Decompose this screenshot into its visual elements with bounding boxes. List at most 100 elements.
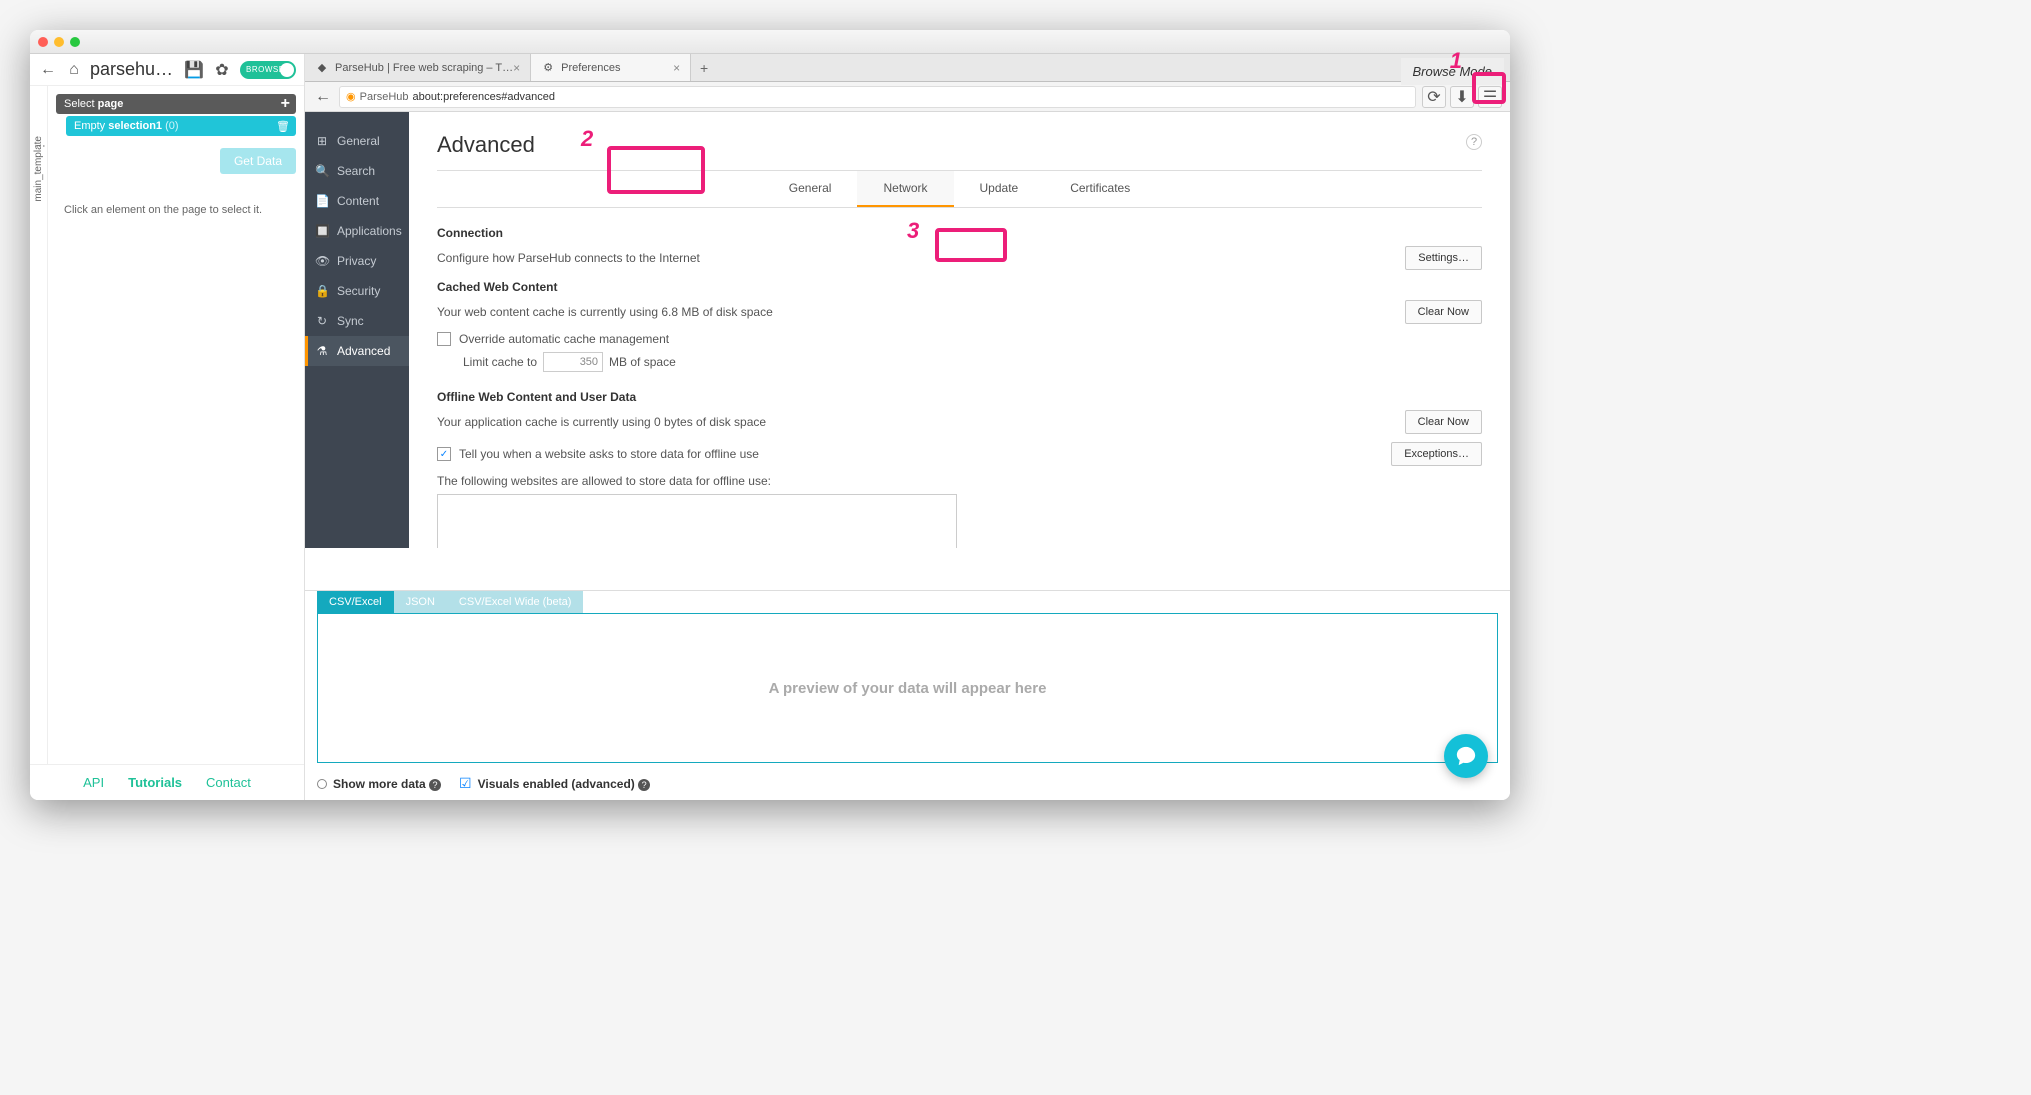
selection-hint: Click an element on the page to select i…: [56, 196, 296, 224]
url-input[interactable]: ◉ ParseHub about:preferences#advanced: [339, 86, 1416, 108]
prefs-nav-security[interactable]: 🔒Security: [305, 276, 409, 306]
preview-body: A preview of your data will appear here: [317, 613, 1498, 763]
prefs-nav-privacy[interactable]: 👁 Privacy: [305, 246, 409, 276]
help-icon[interactable]: ?: [1466, 134, 1482, 150]
advanced-icon: ⚗: [315, 344, 329, 358]
connection-desc: Configure how ParseHub connects to the I…: [437, 251, 700, 265]
help-icon[interactable]: ?: [638, 779, 650, 791]
prefs-nav-applications[interactable]: 🔲 Applications: [305, 216, 409, 246]
prefs-nav-search[interactable]: 🔍Search: [305, 156, 409, 186]
empty-count: (0): [165, 120, 178, 132]
privacy-icon: 👁: [315, 254, 329, 268]
select-label: Select: [64, 98, 95, 110]
empty-label: Empty: [74, 120, 105, 132]
new-tab-button[interactable]: +: [691, 54, 717, 81]
subtab-general[interactable]: General: [763, 171, 858, 207]
left-toolbar: ← ⌂ parsehu… 💾 ✿ BROWSE: [30, 54, 304, 86]
browse-toggle[interactable]: BROWSE: [240, 61, 296, 79]
home-icon[interactable]: ⌂: [64, 60, 84, 80]
general-icon: ⊞: [315, 134, 329, 148]
preview-tabs: CSV/Excel JSON CSV/Excel Wide (beta): [317, 591, 1510, 613]
url-bar: ← ◉ ParseHub about:preferences#advanced …: [305, 82, 1510, 112]
connection-heading: Connection: [437, 226, 1482, 240]
template-tab-label: main_template: [33, 136, 44, 202]
hamburger-menu-icon[interactable]: ☰: [1478, 86, 1502, 108]
prefs-nav-general[interactable]: ⊞ General: [305, 126, 409, 156]
browser-tab[interactable]: ⚙ Preferences ×: [531, 54, 691, 81]
override-cache-checkbox[interactable]: [437, 332, 451, 346]
get-data-button[interactable]: Get Data: [220, 148, 296, 174]
preferences-page: ⊞General 🔍Search 📄Content 🔲Applications …: [305, 112, 1510, 548]
reload-icon[interactable]: ⟳: [1422, 86, 1446, 108]
preview-tab-wide[interactable]: CSV/Excel Wide (beta): [447, 591, 583, 613]
browser-tab[interactable]: ◆ ParseHub | Free web scraping – T… ×: [305, 54, 531, 81]
chat-widget-icon[interactable]: [1444, 734, 1488, 778]
advanced-subtabs: General Network Update Certificates: [437, 170, 1482, 208]
content-icon: 📄: [315, 194, 329, 208]
back-icon[interactable]: ←: [38, 60, 58, 80]
nav-label: Applications: [337, 224, 402, 238]
offline-clear-button[interactable]: Clear Now: [1405, 410, 1482, 434]
footer-api-link[interactable]: API: [83, 775, 104, 790]
footer-tutorials-link[interactable]: Tutorials: [128, 775, 182, 790]
sync-icon: ↻: [315, 314, 329, 328]
window-close-icon[interactable]: [38, 37, 48, 47]
settings-icon[interactable]: ✿: [212, 60, 232, 80]
offline-heading: Offline Web Content and User Data: [437, 390, 1482, 404]
save-icon[interactable]: 💾: [184, 60, 204, 80]
empty-selection-row[interactable]: Empty selection1 (0) 🗑: [66, 116, 296, 136]
downloads-icon[interactable]: ⬇: [1450, 86, 1474, 108]
nav-label: General: [337, 134, 380, 148]
window-minimize-icon[interactable]: [54, 37, 64, 47]
tab-close-icon[interactable]: ×: [673, 61, 680, 75]
select-command-row[interactable]: Select page +: [56, 94, 296, 114]
offline-tell-label: Tell you when a website asks to store da…: [459, 447, 759, 461]
subtab-update[interactable]: Update: [954, 171, 1045, 207]
offline-sites-listbox[interactable]: [437, 494, 957, 548]
show-more-radio[interactable]: [317, 779, 327, 789]
prefs-nav-advanced[interactable]: ⚗ Advanced: [305, 336, 409, 366]
annotation-3-label: 3: [907, 218, 919, 244]
offline-exceptions-button[interactable]: Exceptions…: [1391, 442, 1482, 466]
subtab-network[interactable]: Network: [857, 171, 953, 207]
limit-cache-unit: MB of space: [609, 355, 676, 369]
annotation-2-label: 2: [581, 126, 593, 152]
add-command-icon[interactable]: +: [281, 95, 290, 113]
subtab-certificates[interactable]: Certificates: [1044, 171, 1156, 207]
visuals-checkbox[interactable]: ☑: [459, 775, 472, 792]
cached-heading: Cached Web Content: [437, 280, 1482, 294]
connection-settings-button[interactable]: Settings…: [1405, 246, 1482, 270]
url-path: about:preferences#advanced: [413, 91, 556, 103]
empty-target: selection1: [108, 120, 162, 132]
tab-label: ParseHub | Free web scraping – T…: [335, 62, 513, 74]
offline-desc: Your application cache is currently usin…: [437, 415, 766, 429]
nav-label: Sync: [337, 314, 364, 328]
preferences-content: Advanced ? General Network Update Certif…: [409, 112, 1510, 548]
footer-contact-link[interactable]: Contact: [206, 775, 251, 790]
delete-icon[interactable]: 🗑: [276, 120, 290, 133]
nav-label: Advanced: [337, 344, 390, 358]
browser-tabs: ◆ ParseHub | Free web scraping – T… × ⚙ …: [305, 54, 1510, 82]
help-icon[interactable]: ?: [429, 779, 441, 791]
offline-tell-checkbox[interactable]: ✓: [437, 447, 451, 461]
security-icon: 🔒: [315, 284, 329, 298]
preview-footer: Show more data ? ☑ Visuals enabled (adva…: [305, 771, 1510, 800]
preview-tab-csv[interactable]: CSV/Excel: [317, 591, 394, 613]
left-footer: API Tutorials Contact: [30, 764, 304, 800]
nav-label: Privacy: [337, 254, 376, 268]
template-tab[interactable]: ⋮ main_template: [30, 86, 48, 764]
preview-tab-json[interactable]: JSON: [394, 591, 447, 613]
browser-content: ⊞General 🔍Search 📄Content 🔲Applications …: [305, 112, 1510, 590]
prefs-nav-sync[interactable]: ↻ Sync: [305, 306, 409, 336]
page-heading: Advanced: [437, 132, 1482, 158]
cached-clear-button[interactable]: Clear Now: [1405, 300, 1482, 324]
applications-icon: 🔲: [315, 224, 329, 238]
url-host: ParseHub: [360, 91, 409, 103]
prefs-nav-content[interactable]: 📄Content: [305, 186, 409, 216]
nav-back-icon[interactable]: ←: [313, 87, 333, 107]
tab-close-icon[interactable]: ×: [513, 61, 520, 75]
window-maximize-icon[interactable]: [70, 37, 80, 47]
limit-cache-input[interactable]: [543, 352, 603, 372]
show-more-label: Show more data: [333, 777, 426, 791]
annotation-1-label: 1: [1450, 48, 1462, 74]
